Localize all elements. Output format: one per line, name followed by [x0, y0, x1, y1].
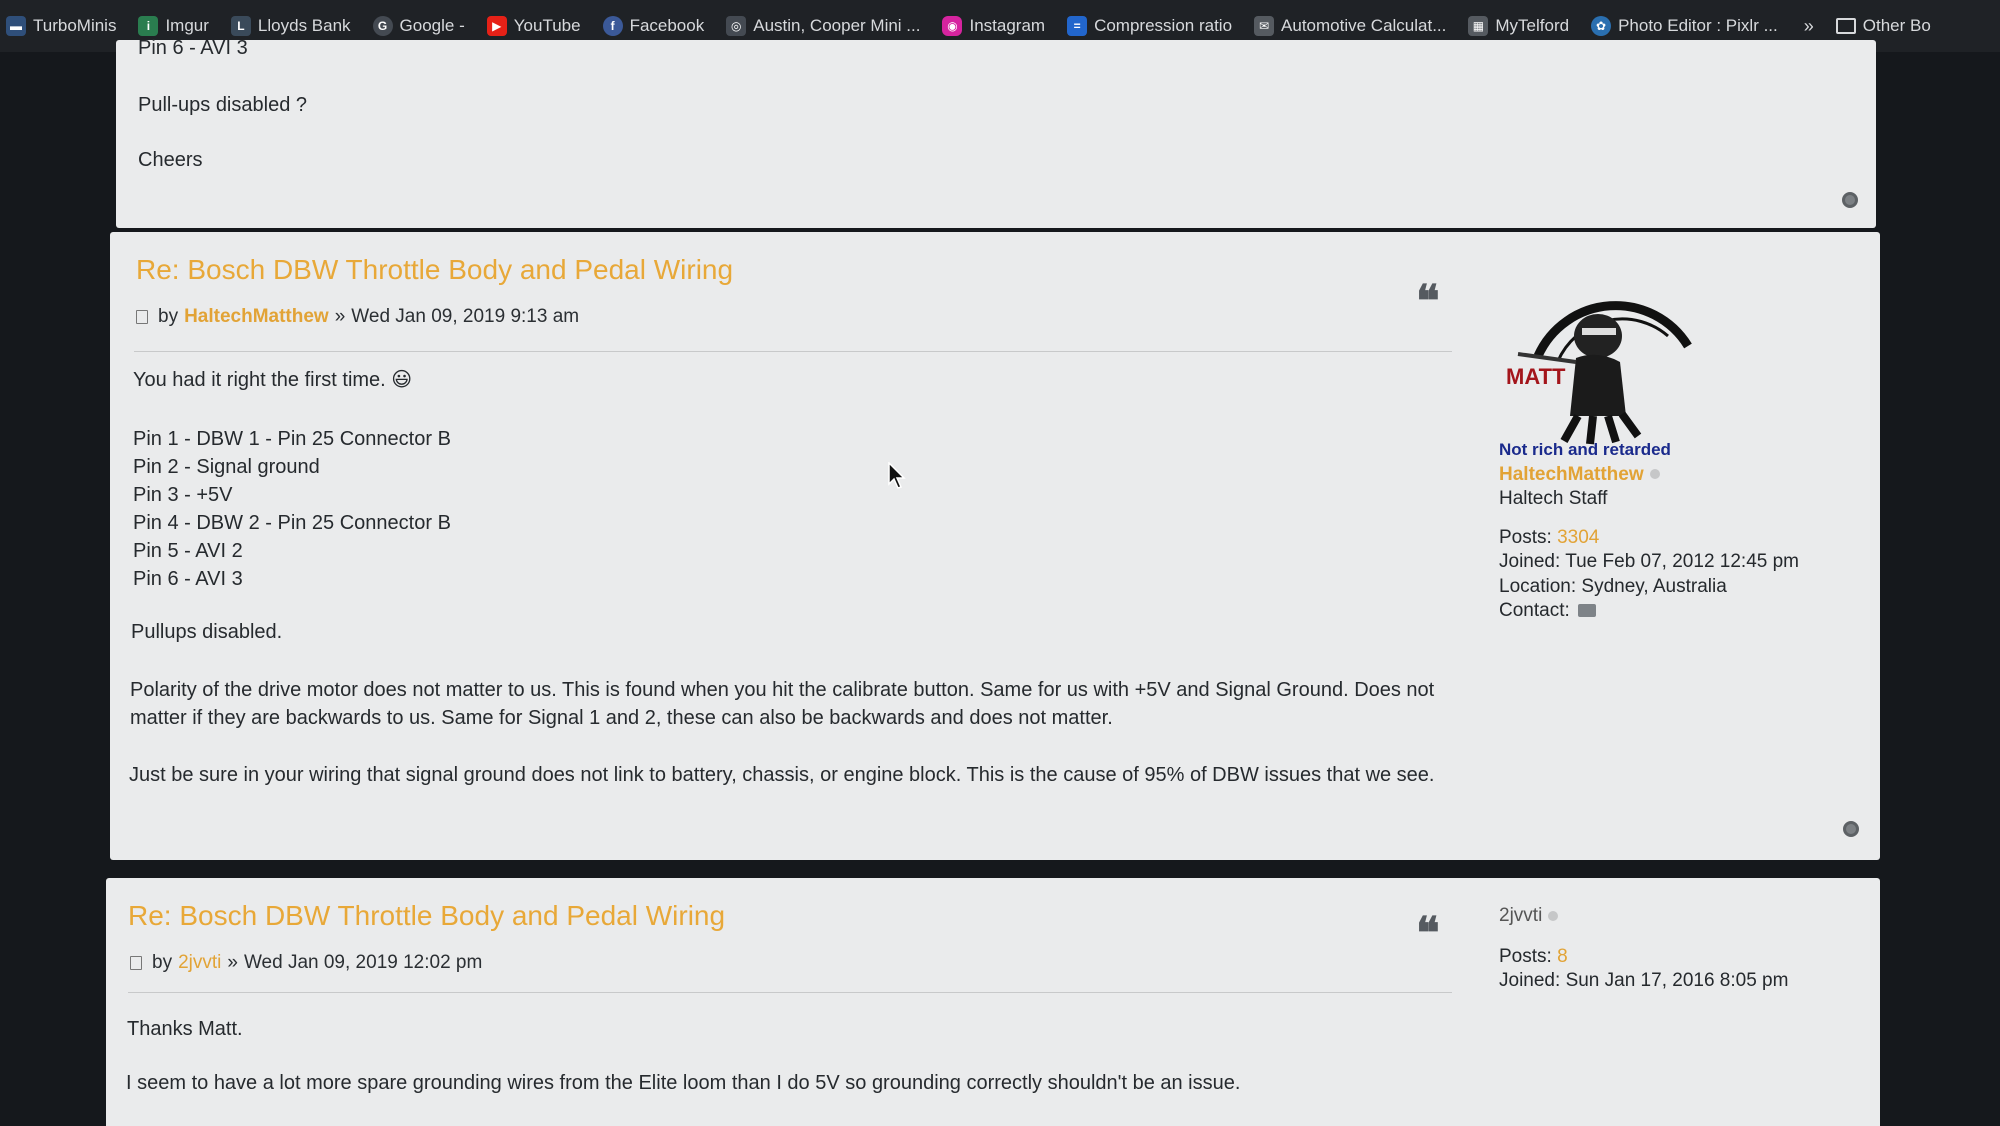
lloyds-bank-icon: L [230, 16, 251, 36]
facebook-icon: f [602, 16, 623, 36]
imgur-icon: i [138, 16, 159, 36]
previous-post: Pin 6 - AVI 3 Pull-ups disabled ? Cheers [116, 37, 1876, 228]
joined-date: Sun Jan 17, 2016 8:05 pm [1565, 970, 1789, 991]
mouse-cursor-icon [888, 462, 906, 489]
quote-button[interactable]: ❝ [1416, 912, 1440, 956]
google-icon: G [372, 16, 393, 36]
pin-line: Pin 5 - AVI 2 [133, 540, 243, 562]
post-date: Wed Jan 09, 2019 9:13 am [351, 306, 580, 327]
bookmark-youtube[interactable]: ▶ YouTube [486, 16, 581, 36]
contact-chat-icon[interactable] [1577, 604, 1596, 618]
post-meta: by 2jvvti » Wed Jan 09, 2019 12:02 pm [130, 952, 482, 974]
pin-line: Pin 6 - AVI 3 [133, 568, 243, 590]
austin-cooper-icon: ◎ [726, 16, 747, 36]
profile-username-link[interactable]: 2jvvti [1499, 905, 1542, 926]
pin-line: Pin 2 - Signal ground [133, 456, 320, 478]
post-line: Pull-ups disabled ? [138, 94, 307, 116]
joined-date: Tue Feb 07, 2012 12:45 pm [1565, 551, 1800, 572]
post-line: I seem to have a lot more spare groundin… [126, 1072, 1241, 1094]
post-title[interactable]: Re: Bosch DBW Throttle Body and Pedal Wi… [128, 900, 725, 932]
pin-line: Pin 3 - +5V [133, 484, 233, 506]
back-to-top-button[interactable] [1842, 192, 1858, 208]
folder-icon [1835, 18, 1856, 34]
automotive-calculator-icon: ✉ [1254, 16, 1275, 36]
post-link-icon[interactable] [130, 956, 142, 970]
post-paragraph: Polarity of the drive motor does not mat… [130, 679, 1435, 729]
bookmark-turbominis[interactable]: ▬ TurboMinis [6, 16, 116, 36]
post-paragraph: Just be sure in your wiring that signal … [129, 764, 1435, 786]
youtube-icon: ▶ [486, 16, 507, 36]
pin-line: Pin 1 - DBW 1 - Pin 25 Connector B [133, 428, 451, 450]
post-link-icon[interactable] [136, 310, 148, 324]
bookmark-imgur[interactable]: i Imgur [138, 16, 209, 36]
post-meta: by HaltechMatthew » Wed Jan 09, 2019 9:1… [136, 306, 579, 328]
post-title[interactable]: Re: Bosch DBW Throttle Body and Pedal Wi… [136, 254, 733, 286]
post-line: Cheers [138, 149, 203, 171]
instagram-icon: ◉ [942, 16, 963, 36]
post-date: Wed Jan 09, 2019 12:02 pm [243, 952, 483, 973]
other-bookmarks-folder[interactable]: Other Bo [1835, 16, 1931, 36]
post-line: Pin 6 - AVI 3 [138, 37, 248, 59]
author-profile: Not rich and retarded HaltechMatthew Hal… [1499, 440, 1800, 621]
back-to-top-button[interactable] [1843, 821, 1859, 837]
avatar[interactable]: MATT [1498, 266, 1698, 446]
posts-count-link[interactable]: 3304 [1557, 527, 1599, 548]
post-2jvvti: Re: Bosch DBW Throttle Body and Pedal Wi… [106, 878, 1880, 1126]
offline-status-icon [1548, 910, 1559, 921]
bookmark-instagram[interactable]: ◉ Instagram [942, 16, 1045, 36]
bookmark-pixlr[interactable]: ✿ Photo Editor : Pixlr ... [1591, 16, 1778, 36]
bookmark-mytelford[interactable]: ▦ MyTelford [1468, 16, 1569, 36]
smiley-emoji-icon: 😃 [391, 369, 413, 391]
turbominis-icon: ▬ [6, 16, 26, 36]
post-divider [128, 992, 1452, 993]
mytelford-icon: ▦ [1468, 16, 1489, 36]
bookmark-lloyds-bank[interactable]: L Lloyds Bank [230, 16, 351, 36]
pin-line: Pin 4 - DBW 2 - Pin 25 Connector B [133, 512, 451, 534]
user-title: Not rich and retarded [1499, 440, 1671, 459]
pullups-line: Pullups disabled. [131, 621, 283, 643]
post-author-link[interactable]: HaltechMatthew [184, 306, 329, 328]
bookmark-compression-ratio[interactable]: = Compression ratio [1067, 16, 1232, 36]
pixlr-icon: ✿ [1591, 16, 1612, 36]
bookmark-austin-cooper[interactable]: ◎ Austin, Cooper Mini ... [726, 16, 920, 36]
bookmark-google[interactable]: G Google - [372, 16, 465, 36]
post-line: Thanks Matt. [127, 1018, 243, 1040]
post-divider [134, 351, 1452, 352]
quote-button[interactable]: ❝ [1416, 280, 1440, 324]
offline-status-icon [1649, 469, 1660, 480]
author-profile: 2jvvti Posts: 8 Joined: Sun Jan 17, 2016… [1499, 905, 1789, 991]
bookmark-facebook[interactable]: f Facebook [602, 16, 704, 36]
post-author-link[interactable]: 2jvvti [178, 952, 221, 974]
compression-ratio-icon: = [1067, 16, 1088, 36]
user-rank: Haltech Staff [1499, 488, 1608, 509]
posts-count-link[interactable]: 8 [1557, 946, 1568, 967]
bookmarks-overflow-button[interactable]: » [1804, 16, 1814, 37]
post-haltechmatthew: Re: Bosch DBW Throttle Body and Pedal Wi… [110, 232, 1880, 860]
bookmark-automotive-calculator[interactable]: ✉ Automotive Calculat... [1254, 16, 1446, 36]
post-intro: You had it right the first time. 😃 [133, 369, 413, 391]
profile-username-link[interactable]: HaltechMatthew [1499, 464, 1644, 485]
user-location: Sydney, Australia [1581, 575, 1727, 597]
svg-text:MATT: MATT [1506, 364, 1566, 389]
pin-list: Pin 1 - DBW 1 - Pin 25 Connector B Pin 2… [133, 425, 451, 593]
